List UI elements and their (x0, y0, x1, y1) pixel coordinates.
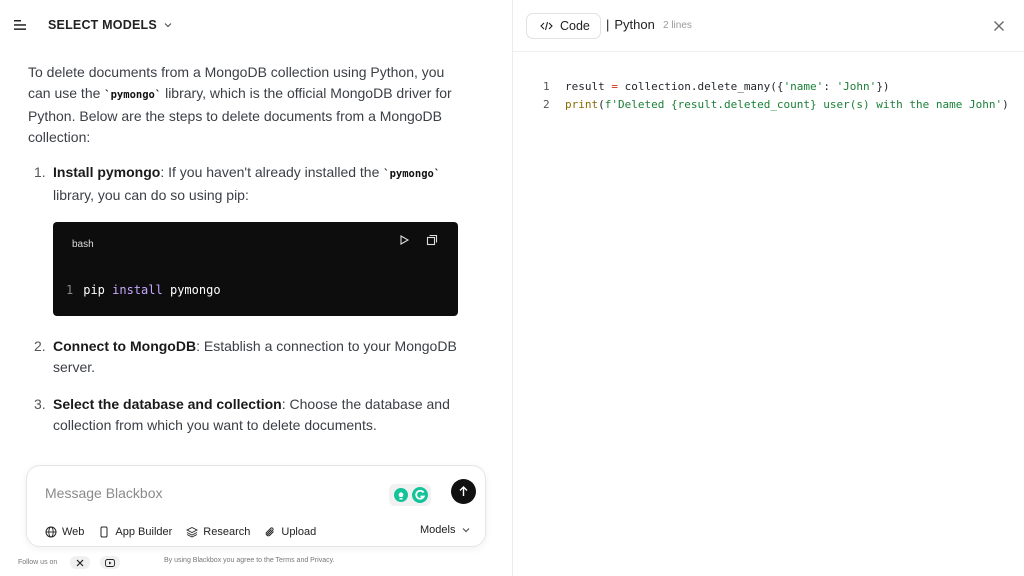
code-editor[interactable]: 1 result = collection.delete_many({'name'… (543, 78, 1009, 114)
step-number: 1. (34, 164, 46, 180)
x-logo-icon (76, 559, 84, 566)
follow-label: Follow us on (18, 559, 58, 566)
grammarly-icon (412, 487, 428, 503)
code-token: print (565, 98, 599, 111)
code-panel: Code | Python 2 lines 1 result = collectio… (512, 0, 1024, 576)
code-token: pymongo (169, 283, 221, 297)
code-icon (540, 21, 553, 31)
send-button[interactable] (451, 479, 476, 504)
model-select[interactable]: SELECT MODELS (48, 16, 173, 34)
close-icon[interactable] (993, 20, 1005, 32)
paperclip-icon (266, 527, 275, 537)
line-number: 1 (543, 80, 550, 93)
code-line: 1 result = collection.delete_many({'name'… (543, 78, 1009, 96)
step-text: library, you can do so using pip: (53, 187, 249, 203)
play-icon[interactable] (398, 234, 410, 246)
terms-text: By using Blackbox you agree to the Terms… (164, 557, 335, 564)
globe-icon (45, 526, 57, 538)
line-number: 2 (543, 98, 550, 111)
web-button[interactable]: Web (45, 526, 84, 538)
code-tab[interactable]: Code (526, 13, 601, 39)
app-builder-label: App Builder (115, 526, 173, 538)
code-line: 1 pip install pymongo (66, 280, 221, 301)
language-name: Python (614, 17, 655, 32)
research-label: Research (203, 526, 251, 538)
step-title: Select the database and collection (53, 396, 282, 412)
code-token: f'Deleted {result.deleted_count} user(s)… (604, 98, 1003, 111)
research-button[interactable]: Research (186, 526, 250, 538)
chat-pane: SELECT MODELS To delete documents from a… (0, 0, 512, 576)
code-token: collection.delete_many({ (617, 80, 784, 93)
youtube-link[interactable] (100, 556, 120, 569)
upload-label: Upload (281, 526, 317, 538)
line-count: 2 lines (663, 20, 692, 31)
code-language-label: bash (72, 239, 94, 250)
intro-paragraph: To delete documents from a MongoDB colle… (28, 62, 458, 148)
list-item: 1. Install pymongo: If you haven't alrea… (28, 162, 458, 316)
separator: | (606, 17, 610, 32)
composer-tools: Web App Builder Research Upload (45, 524, 330, 540)
code-token: : (823, 80, 837, 93)
assistant-message: To delete documents from a MongoDB colle… (28, 62, 458, 452)
arrow-up-icon (459, 486, 468, 496)
list-item: 2. Connect to MongoDB: Establish a conne… (28, 336, 458, 378)
list-item: 3. Select the database and collection: C… (28, 394, 458, 436)
code-token: = (611, 80, 618, 93)
step-title: Install pymongo (53, 164, 161, 180)
code-line: 2 print(f'Deleted {result.deleted_count} … (543, 96, 1009, 114)
step-title: Connect to MongoDB (53, 338, 197, 354)
upload-button[interactable]: Upload (264, 526, 316, 538)
grammarly-widget[interactable] (389, 484, 431, 506)
web-label: Web (62, 526, 85, 538)
phone-icon (100, 526, 108, 538)
code-token: ) (1002, 98, 1009, 111)
message-input[interactable] (45, 482, 375, 504)
youtube-icon (105, 558, 115, 567)
code-panel-header: Code | Python 2 lines (513, 0, 1024, 52)
copy-icon[interactable] (426, 234, 438, 246)
step-text: : If you haven't already installed the (160, 164, 384, 180)
model-select-label: SELECT MODELS (48, 18, 157, 32)
inline-code: `pymongo` (383, 168, 441, 180)
chevron-down-icon (463, 528, 470, 533)
code-token: 'name' (783, 80, 824, 93)
code-token: install (112, 283, 163, 297)
code-token: 'John' (836, 80, 877, 93)
inline-code: `pymongo` (104, 89, 162, 101)
code-token: pip (83, 283, 105, 297)
line-number: 1 (66, 283, 74, 297)
code-block: bash 1 pip install pymongo (53, 222, 458, 316)
language-label: | Python (606, 17, 655, 32)
step-number: 2. (34, 338, 46, 354)
code-token: ( (598, 98, 605, 111)
x-link[interactable] (70, 556, 90, 569)
app-builder-button[interactable]: App Builder (98, 526, 172, 538)
code-token: }) (876, 80, 890, 93)
step-number: 3. (34, 396, 46, 412)
chevron-down-icon (164, 23, 172, 28)
hamburger-icon[interactable] (12, 17, 28, 33)
footer: Follow us on By using Blackbox you agree… (18, 556, 498, 570)
models-dropdown[interactable]: Models (420, 524, 471, 536)
layers-icon (186, 526, 199, 538)
code-tab-label: Code (560, 19, 590, 33)
top-bar: SELECT MODELS (0, 0, 512, 50)
message-composer: Web App Builder Research Upload Models (26, 465, 486, 547)
steps-list: 1. Install pymongo: If you haven't alrea… (28, 162, 458, 436)
models-label: Models (420, 524, 456, 536)
lightbulb-icon (394, 488, 408, 502)
code-token: result (565, 80, 612, 93)
